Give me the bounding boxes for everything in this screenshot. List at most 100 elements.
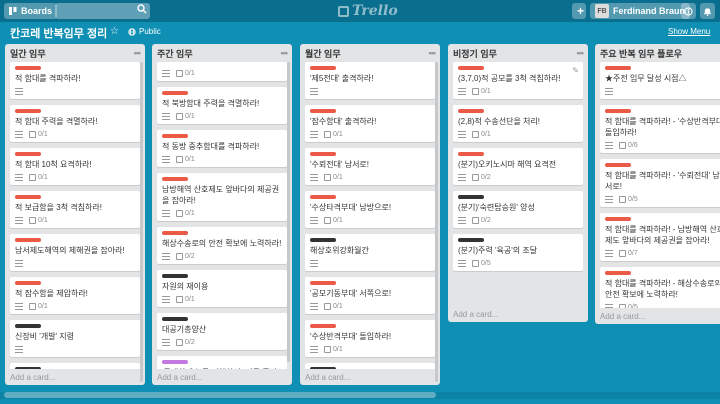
card[interactable]: 적 보급함을 3척 격침하라! 0/1	[10, 191, 140, 228]
card-title: '수상반격부대' 돌입하라!	[310, 332, 392, 341]
list-name[interactable]: 일간 임무	[10, 47, 46, 60]
list-scrollbar[interactable]	[435, 62, 438, 382]
checklist-badge: 0/5	[619, 304, 638, 308]
card[interactable]: 적 함대를 격파하라! - '수뢰전대' 남서로! 0/5	[600, 159, 720, 207]
card[interactable]: 적 함대 10척 요격하라! 0/1	[10, 148, 140, 185]
card[interactable]: 적 함대를 격파하라! - 해상수송로의 안전 확보에 노력하라! 0/5	[600, 267, 720, 308]
list-name[interactable]: 주간 임무	[157, 47, 193, 60]
card[interactable]: '수뢰전대' 남서로! 0/1	[305, 148, 435, 185]
card[interactable]: 대공기총양산 0/2	[157, 313, 287, 350]
horizontal-scrollbar[interactable]	[4, 392, 436, 398]
search-input[interactable]	[55, 3, 150, 19]
description-icon	[458, 174, 466, 181]
boards-button[interactable]: Boards	[4, 3, 58, 19]
checklist-badge: 0/2	[176, 253, 195, 260]
card-label	[310, 195, 336, 199]
card-badges	[605, 87, 720, 96]
checklist-count: 0/1	[185, 296, 195, 303]
list-header[interactable]: 월간 임무 •••	[300, 44, 440, 62]
user-menu-button[interactable]: FB Ferdinand Braun	[590, 3, 691, 19]
list-menu-icon[interactable]: •••	[577, 48, 585, 58]
list-name[interactable]: 월간 임무	[305, 47, 341, 60]
card[interactable]: (2,8)적 수송선단을 처리! 0/1	[453, 105, 583, 142]
card[interactable]: 남서제도해역의 제해권을 잡아라!	[10, 234, 140, 271]
card[interactable]: 적 함대를 격파하라!	[10, 62, 140, 99]
board-title[interactable]: 칸코레 반복임무 정리	[10, 25, 107, 41]
card[interactable]: 해상수송로의 안전 확보에 노력하라! 0/2	[157, 227, 287, 264]
card[interactable]: '제5전대' 출격하라!	[305, 62, 435, 99]
card-badges	[15, 259, 135, 268]
list-name[interactable]: 주요 반복 임무 플로우	[600, 47, 682, 60]
card[interactable]: ★주전 임무 달성 시점△	[600, 62, 720, 99]
card-label	[162, 360, 188, 364]
search-icon[interactable]	[137, 4, 147, 14]
description-icon	[458, 260, 466, 267]
list-header[interactable]: 비정기 임무 •••	[448, 44, 588, 62]
checklist-icon	[176, 156, 183, 163]
list-header[interactable]: 주요 반복 임무 플로우•••	[595, 44, 720, 62]
add-card-link[interactable]: Add a card...	[10, 373, 55, 382]
list-header[interactable]: 주간 임무 •••	[152, 44, 292, 62]
card[interactable]: (분기)주력 '육공'의 조달 0/5	[453, 234, 583, 271]
star-icon[interactable]: ☆	[110, 26, 119, 37]
show-menu-link[interactable]: Show Menu	[668, 27, 710, 36]
checklist-badge: 0/2	[472, 174, 491, 181]
card[interactable]: 적 북방함대 주력을 격멸하라! 0/1	[157, 87, 287, 124]
list-name[interactable]: 비정기 임무	[453, 47, 497, 60]
card[interactable]: 적 함대 주력을 격멸하라! 0/1	[10, 105, 140, 142]
card-badges: 0/1	[162, 112, 282, 121]
card[interactable]: '수상반격부대' 돌입하라! 0/1	[305, 320, 435, 357]
description-icon	[15, 174, 23, 181]
list-scrollbar[interactable]	[140, 62, 143, 382]
card[interactable]: (3,7,0)적 공모를 3척 격침하라! 0/1 ✎	[453, 62, 583, 99]
card-label	[15, 66, 41, 70]
card[interactable]: 신장비 '개발' 지령	[10, 320, 140, 357]
card[interactable]: 자원의 재이용 0/1	[157, 270, 287, 307]
checklist-count: 0/1	[38, 217, 48, 224]
checklist-icon	[619, 304, 626, 308]
card[interactable]: (분기)오키노시마 해역 요격전 0/2	[453, 148, 583, 185]
list-menu-icon[interactable]: •••	[134, 48, 142, 58]
checklist-count: 0/2	[481, 217, 491, 224]
add-card-link[interactable]: Add a card...	[157, 373, 202, 382]
card[interactable]: 남방해역 산호제도 앞바다의 제공권을 잡아라! 0/1	[157, 173, 287, 221]
card[interactable]: '잠수함대' 출격하라! 0/1	[305, 105, 435, 142]
card[interactable]: (분기)'숙련탑승원' 양성 0/2	[453, 191, 583, 228]
card[interactable]: '수상타격부대' 남방으로! 0/1	[305, 191, 435, 228]
checklist-icon	[472, 174, 479, 181]
card-label	[162, 274, 188, 278]
edit-icon[interactable]: ✎	[572, 66, 579, 75]
card[interactable]: '공모기동부대' 서쪽으로! 0/1	[305, 277, 435, 314]
list-menu-icon[interactable]: •••	[281, 48, 289, 58]
card[interactable]: 적 함대를 격파하라! - 남방해역 산호제도 앞바다의 제공권을 잡아라! 0/…	[600, 213, 720, 261]
card[interactable]: 0/1	[157, 62, 287, 81]
visibility-button[interactable]: Public	[128, 27, 161, 36]
card[interactable]: 신조함 '건조' 지령	[10, 363, 140, 369]
checklist-icon	[472, 131, 479, 138]
checklist-badge: 0/1	[324, 217, 343, 224]
description-icon	[310, 346, 318, 353]
card-title: (3,7,0)적 공모를 3척 격침하라!	[458, 74, 561, 83]
add-card-link[interactable]: Add a card...	[305, 373, 350, 382]
card[interactable]: 정예 '함전'대의 신 편성	[305, 363, 435, 369]
checklist-icon	[176, 113, 183, 120]
notifications-button[interactable]	[700, 3, 715, 19]
list-header[interactable]: 일간 임무 •••	[5, 44, 145, 62]
card-badges: 0/1	[162, 155, 282, 164]
info-button[interactable]	[681, 3, 696, 19]
add-card-link[interactable]: Add a card...	[453, 310, 498, 319]
card[interactable]: 적 잠수함을 제압하라! 0/1	[10, 277, 140, 314]
add-button[interactable]: +	[572, 3, 586, 19]
card[interactable]: '근대화개수'를 진행하여, 전투 준비를 갖춰라!	[157, 356, 287, 369]
checklist-count: 0/7	[628, 250, 638, 257]
card[interactable]: 적 함대를 격파하라! - '수상반격부대' 돌입하라! 0/6	[600, 105, 720, 153]
card[interactable]: 적 동방 중추함대를 격파하라! 0/1	[157, 130, 287, 167]
checklist-count: 0/1	[333, 174, 343, 181]
list-scrollbar[interactable]	[287, 62, 290, 362]
trello-logo[interactable]: Trello	[338, 3, 398, 19]
card-title: '수뢰전대' 남서로!	[310, 160, 370, 169]
checklist-count: 0/2	[185, 253, 195, 260]
add-card-link[interactable]: Add a card...	[600, 312, 645, 321]
card[interactable]: 해상호위강화월간	[305, 234, 435, 271]
list-menu-icon[interactable]: •••	[429, 48, 437, 58]
